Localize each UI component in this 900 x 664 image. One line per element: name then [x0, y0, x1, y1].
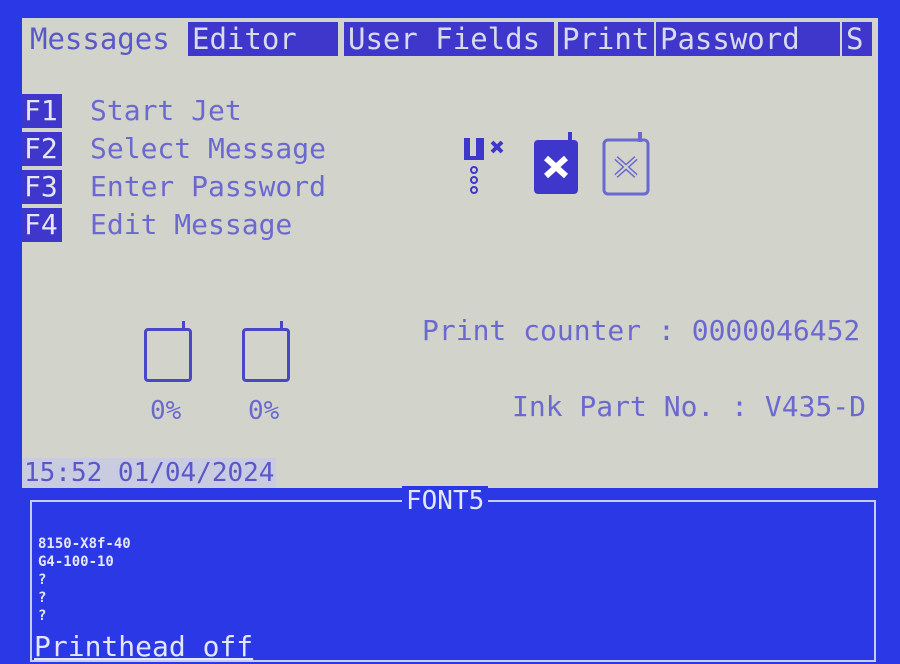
fkey-f4[interactable]: F4 — [22, 208, 62, 242]
lcd-screen: Messages Editor User Fields Print Passwo… — [22, 18, 878, 488]
ink-level-gauge — [144, 321, 192, 382]
fkey-label-select-message: Select Message — [90, 132, 327, 165]
printhead-status: Printhead off — [34, 630, 254, 663]
solvent-level-percent: 0% — [248, 396, 280, 426]
fkey-label-edit-message: Edit Message — [90, 208, 293, 241]
fkey-f3[interactable]: F3 — [22, 170, 62, 204]
fkey-label-start-jet: Start Jet — [90, 94, 242, 127]
fkey-label-enter-password: Enter Password — [90, 170, 327, 203]
printhead-off-icon — [464, 138, 504, 194]
fkey-f2[interactable]: F2 — [22, 132, 62, 166]
console-line: ? — [38, 590, 47, 606]
tab-messages[interactable]: Messages — [26, 22, 178, 56]
solvent-level-gauge — [242, 321, 290, 382]
print-counter: Print counter : 0000046452 — [422, 314, 861, 347]
tab-user-fields[interactable]: User Fields — [344, 22, 554, 56]
console-line: ? — [38, 608, 47, 624]
tab-password[interactable]: Password — [656, 22, 840, 56]
solvent-cartridge-missing-icon — [602, 132, 650, 196]
tab-print[interactable]: Print — [558, 22, 654, 56]
console-line: 8150-X8f-40 — [38, 536, 131, 552]
ink-cartridge-missing-icon — [534, 132, 578, 194]
tab-editor[interactable]: Editor — [188, 22, 338, 56]
menu-bar: Messages Editor User Fields Print Passwo… — [22, 18, 878, 60]
console-font-title: FONT5 — [402, 486, 489, 516]
ink-level-percent: 0% — [150, 396, 182, 426]
tab-more[interactable]: S — [842, 22, 872, 56]
console-line: G4-100-10 — [38, 554, 114, 570]
ink-part-number: Ink Part No. : V435-D — [512, 390, 867, 423]
console-line: ? — [38, 572, 47, 588]
datetime-display: 15:52 01/04/2024 — [22, 458, 277, 488]
fkey-f1[interactable]: F1 — [22, 94, 62, 128]
